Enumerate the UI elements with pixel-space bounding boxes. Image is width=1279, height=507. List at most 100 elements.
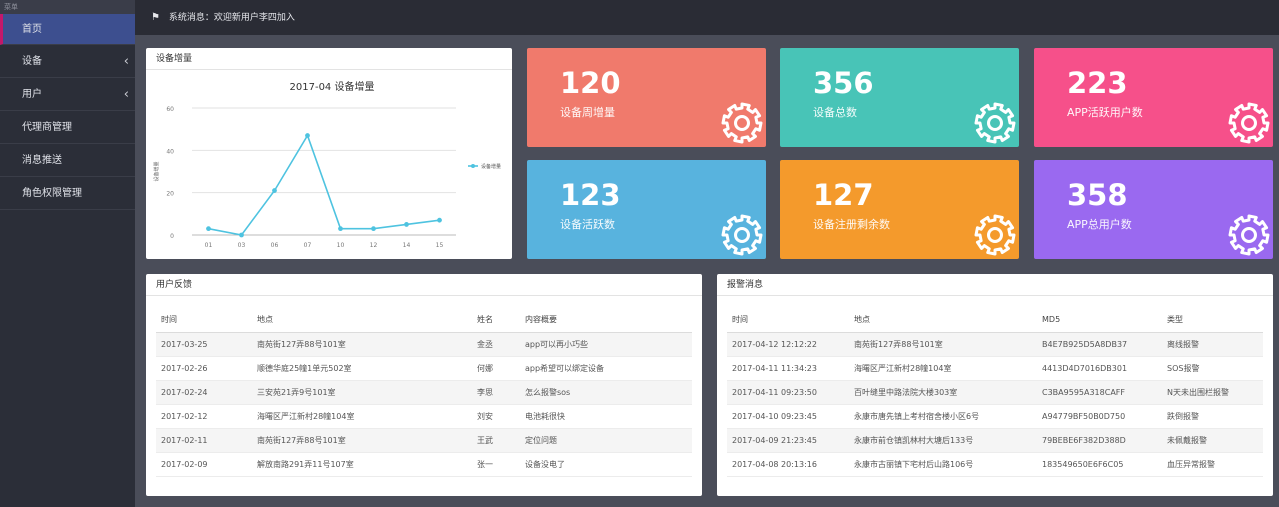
table-cell: 2017-04-11 09:23:50 [727,380,849,405]
stat-label: APP活跃用户数 [1067,106,1143,119]
stat-label: 设备活跃数 [560,218,615,231]
data-point [305,133,310,138]
column-header: 内容概要 [520,308,692,333]
stat-card-device-active[interactable]: 123 设备活跃数 [527,160,766,259]
table-row[interactable]: 2017-04-11 09:23:50 百叶缝里中路法院大楼303室 C3BA959… [727,380,1263,405]
table-cell: 2017-02-09 [156,452,252,477]
data-point [404,222,409,227]
table-cell: 跌倒报警 [1162,404,1263,429]
table-row[interactable]: 2017-04-12 12:12:22 南苑街127弄88号101室 B4E7B92… [727,332,1263,357]
table-cell: 定位问题 [520,428,692,453]
column-header: 姓名 [472,308,520,333]
table-cell: SOS报警 [1162,356,1263,381]
table-cell: 百叶缝里中路法院大楼303室 [849,380,1037,405]
table-row[interactable]: 2017-03-25 南苑街127弄88号101室 金丞 app可以再小巧些 [156,332,692,357]
table-row[interactable]: 2017-02-09 解放南路291弄11号107室 张一 设备没电了 [156,452,692,477]
table-cell: 南苑街127弄88号101室 [849,332,1037,357]
table-row[interactable]: 2017-02-26 顺德华庭25幢1单元502室 何娜 app希望可以绑定设备 [156,356,692,381]
table-cell: 解放南路291弄11号107室 [252,452,472,477]
stat-value: 358 [1067,178,1128,212]
table-cell: app希望可以绑定设备 [520,356,692,381]
sidebar-item-label: 首页 [22,24,42,35]
sidebar-item-agents[interactable]: 代理商管理 [0,111,135,144]
gear-icon [974,214,1016,256]
table-cell: 2017-04-12 12:12:22 [727,332,849,357]
stat-card-device-total[interactable]: 356 设备总数 [780,48,1019,147]
table-row[interactable]: 2017-02-11 南苑街127弄88号101室 王武 定位问题 [156,428,692,453]
table-cell: 2017-02-11 [156,428,252,453]
table-cell: 电池耗很快 [520,404,692,429]
flag-icon: ⚑ [151,12,160,23]
table-cell: 未佩戴报警 [1162,428,1263,453]
x-tick-label: 14 [403,242,411,249]
table-cell: 永康市古丽镇下宅村后山路106号 [849,452,1037,477]
sidebar-item-roles[interactable]: 角色权限管理 [0,177,135,210]
gear-icon [721,214,763,256]
table-cell: 三安苑21弄9号101室 [252,380,472,405]
legend-marker [471,164,475,168]
table-row[interactable]: 2017-04-11 11:34:23 海曙区严江新村28幢104室 4413D4D… [727,356,1263,381]
table-cell: 2017-02-24 [156,380,252,405]
table-cell: B4E7B925D5A8DB37 [1037,332,1162,357]
stat-value: 356 [813,66,874,100]
table-cell: 2017-04-09 21:23:45 [727,428,849,453]
sidebar-item-devices[interactable]: 设备 ‹ [0,45,135,78]
x-tick-label: 03 [238,242,246,249]
stat-label: 设备周增量 [560,106,615,119]
column-header: 地点 [252,308,472,333]
stat-label: 设备注册剩余数 [813,218,890,231]
table-row[interactable]: 2017-04-10 09:23:45 永康市唐先镇上考村宿舍楼小区6号 A9477… [727,404,1263,429]
sidebar-item-home[interactable]: 首页 [0,14,135,45]
column-header: 时间 [156,308,252,333]
y-axis-label: 设备增量 [153,161,160,181]
x-tick-label: 10 [337,242,345,249]
stat-card-app-total-users[interactable]: 358 APP总用户数 [1034,160,1273,259]
chevron-left-icon: ‹ [123,87,129,102]
table-cell: 4413D4D7016DB301 [1037,356,1162,381]
stat-card-registration-remaining[interactable]: 127 设备注册剩余数 [780,160,1019,259]
table-cell: 2017-02-12 [156,404,252,429]
table-cell: A94779BF50B0D750 [1037,404,1162,429]
data-point [437,217,442,223]
table-cell: N天未出围栏报警 [1162,380,1263,405]
stat-value: 223 [1067,66,1128,100]
gear-icon [1228,214,1270,256]
stat-value: 123 [560,178,621,212]
column-header: MD5 [1037,308,1162,333]
x-tick-label: 06 [271,242,279,249]
table-row[interactable]: 2017-04-09 21:23:45 永康市前仓镇凯林村大塘后133号 79BEB… [727,428,1263,453]
table-row[interactable]: 2017-04-08 20:13:16 永康市古丽镇下宅村后山路106号 18354… [727,452,1263,477]
sidebar-item-users[interactable]: 用户 ‹ [0,78,135,111]
table-cell: 金丞 [472,332,520,357]
table-cell: 2017-02-26 [156,356,252,381]
system-message-bar: ⚑ 系统消息：欢迎新用户李四加入 [135,0,1279,35]
alarm-messages-panel: 报警消息 时间 地点 MD5 类型 2017-04-12 12:12:22 南苑街… [717,274,1273,496]
data-point [371,226,376,232]
stat-card-weekly-increment[interactable]: 120 设备周增量 [527,48,766,147]
table-cell: 何娜 [472,356,520,381]
sidebar: 菜单 首页 设备 ‹ 用户 ‹ 代理商管理 消息推送 角色权限管理 [0,0,135,507]
sidebar-item-label: 消息推送 [22,155,62,166]
chart-title: 2017-04 设备增量 [290,80,375,93]
sidebar-item-label: 设备 [22,56,42,67]
table-row[interactable]: 2017-02-24 三安苑21弄9号101室 李思 怎么报警sos [156,380,692,405]
sidebar-item-label: 用户 [22,89,42,100]
data-point [239,232,244,238]
table-cell: 2017-04-11 11:34:23 [727,356,849,381]
feedback-table: 时间 地点 姓名 内容概要 2017-03-25 南苑街127弄88号101室 金丞… [156,308,692,477]
table-cell: 2017-04-10 09:23:45 [727,404,849,429]
sidebar-item-push[interactable]: 消息推送 [0,144,135,177]
table-row[interactable]: 2017-02-12 海曙区严江新村28幢104室 刘安 电池耗很快 [156,404,692,429]
table-cell: 张一 [472,452,520,477]
table-cell: 王武 [472,428,520,453]
app-root: 菜单 首页 设备 ‹ 用户 ‹ 代理商管理 消息推送 角色权限管理 ⚑ 系统消息… [0,0,1279,507]
sidebar-item-label: 代理商管理 [22,122,72,133]
data-point [338,226,343,232]
stat-card-app-active-users[interactable]: 223 APP活跃用户数 [1034,48,1273,147]
chevron-left-icon: ‹ [123,54,129,69]
data-point [272,188,277,193]
column-header: 类型 [1162,308,1263,333]
stat-value: 120 [560,66,621,100]
table-cell: 设备没电了 [520,452,692,477]
device-increment-panel: 设备增量 2017-04 设备增量 0 20 40 60 设备增量 01 03 06 07 10 12… [146,48,512,259]
